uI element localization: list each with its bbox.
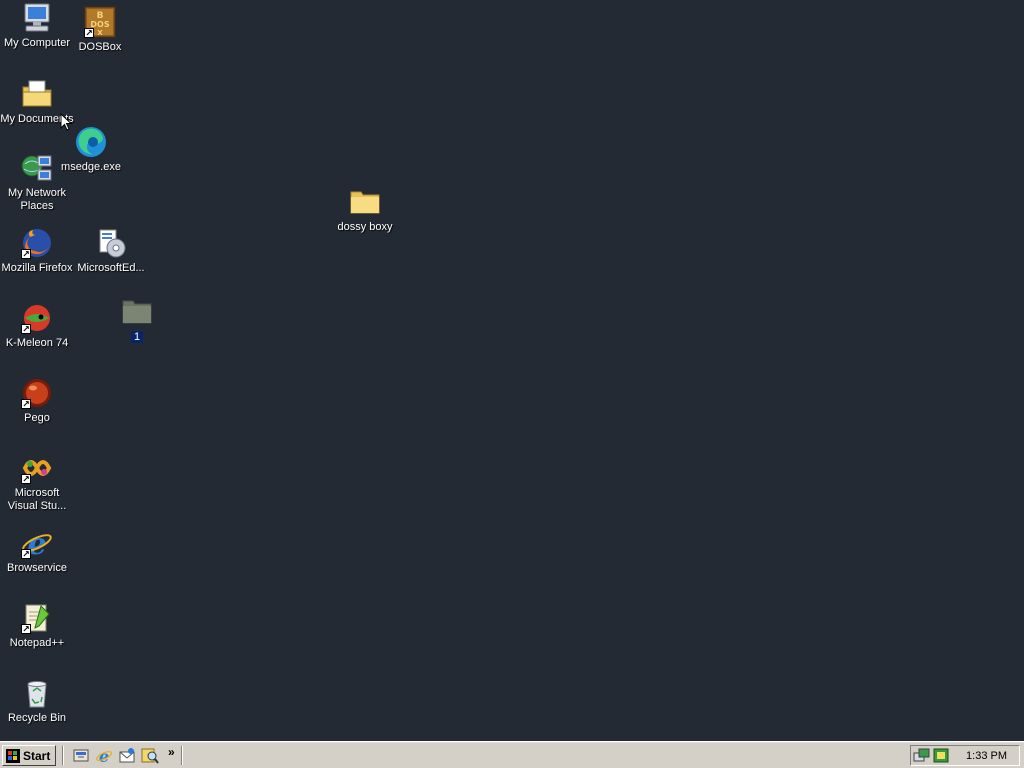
shortcut-arrow-icon: ↗ bbox=[21, 474, 31, 484]
taskbar-clock[interactable]: 1:33 PM bbox=[966, 750, 1007, 762]
recycle-bin-icon bbox=[21, 677, 53, 709]
dosbox-icon: B DOS X ↗ bbox=[84, 6, 116, 38]
desktop-icon-pego[interactable]: ↗ Pego bbox=[0, 377, 74, 425]
desktop-icon-label: Notepad++ bbox=[9, 637, 65, 649]
desktop-icon-visual-studio[interactable]: ↗ Microsoft Visual Stu... bbox=[0, 452, 74, 513]
taskbar: Start e » 1:33 PM bbox=[0, 741, 1024, 768]
shortcut-arrow-icon: ↗ bbox=[21, 399, 31, 409]
desktop-icon-label: MicrosoftEd... bbox=[77, 262, 145, 274]
desktop-icon-notepadpp[interactable]: ↗ Notepad++ bbox=[0, 602, 74, 650]
desktop-icon-folder-1[interactable]: 1 bbox=[100, 296, 174, 344]
shortcut-arrow-icon: ↗ bbox=[84, 28, 94, 38]
network-icon bbox=[21, 152, 53, 184]
desktop-icon-mozilla-firefox[interactable]: ↗ Mozilla Firefox bbox=[0, 227, 74, 275]
selected-label: 1 bbox=[130, 331, 144, 343]
quicklaunch-search[interactable] bbox=[141, 747, 159, 764]
svg-text:X: X bbox=[97, 29, 103, 37]
start-label: Start bbox=[23, 748, 51, 763]
desktop-icon-label: Mozilla Firefox bbox=[1, 262, 73, 274]
start-button[interactable]: Start bbox=[2, 745, 56, 766]
quicklaunch-more-button[interactable]: » bbox=[168, 745, 175, 759]
desktop-icon-label: Pego bbox=[24, 412, 50, 424]
shortcut-arrow-icon: ↗ bbox=[21, 324, 31, 334]
network-tray-icon[interactable] bbox=[913, 747, 931, 764]
svg-text:e: e bbox=[99, 747, 109, 764]
desktop-icon-label: K-Meleon 74 bbox=[5, 337, 69, 349]
desktop-icon-label: 1 bbox=[100, 331, 174, 344]
desktop: My Computer B DOS X ↗ DOSBox My Document… bbox=[0, 0, 1024, 741]
show-desktop-icon bbox=[73, 749, 89, 762]
desktop-icon-microsoft-edge-installer[interactable]: MicrosoftEd... bbox=[74, 227, 148, 275]
desktop-icon-browservice[interactable]: e ↗ Browservice bbox=[0, 527, 74, 575]
desktop-icon-my-network-places[interactable]: My Network Places bbox=[0, 152, 74, 213]
security-tray-icon[interactable] bbox=[932, 747, 950, 764]
mouse-cursor-icon bbox=[60, 113, 72, 131]
shortcut-arrow-icon: ↗ bbox=[21, 624, 31, 634]
desktop-icon-k-meleon[interactable]: ↗ K-Meleon 74 bbox=[0, 302, 74, 350]
desktop-icon-label: Browservice bbox=[7, 562, 67, 574]
search-icon bbox=[141, 748, 159, 764]
quicklaunch-outlook-express[interactable] bbox=[118, 747, 136, 764]
edge-icon bbox=[75, 126, 107, 158]
desktop-icon-dossy-boxy[interactable]: dossy boxy bbox=[328, 186, 402, 234]
ie-icon: e ↗ bbox=[21, 527, 53, 562]
desktop-icon-label: DOSBox bbox=[78, 41, 122, 53]
shortcut-arrow-icon: ↗ bbox=[21, 549, 31, 559]
notepadpp-icon: ↗ bbox=[21, 602, 53, 634]
computer-icon bbox=[21, 2, 53, 34]
firefox-icon: ↗ bbox=[21, 227, 53, 259]
taskbar-separator bbox=[181, 746, 183, 765]
system-tray: 1:33 PM bbox=[910, 745, 1020, 766]
folder-icon bbox=[121, 296, 153, 328]
taskbar-separator bbox=[62, 746, 64, 765]
visual-studio-icon: ↗ bbox=[21, 452, 53, 484]
quicklaunch-show-desktop[interactable] bbox=[72, 747, 90, 764]
folder-icon bbox=[349, 186, 381, 218]
outlook-express-icon bbox=[119, 748, 135, 763]
documents-folder-icon bbox=[21, 78, 53, 110]
desktop-icon-label: My Network Places bbox=[7, 187, 67, 212]
windows-logo-icon bbox=[6, 748, 20, 763]
installer-icon bbox=[95, 227, 127, 259]
ie-icon: e bbox=[96, 747, 112, 766]
pego-icon: ↗ bbox=[21, 377, 53, 409]
desktop-icon-dosbox[interactable]: B DOS X ↗ DOSBox bbox=[63, 6, 137, 54]
desktop-icon-recycle-bin[interactable]: Recycle Bin bbox=[0, 677, 74, 725]
quicklaunch-internet-explorer[interactable]: e bbox=[95, 747, 113, 766]
desktop-icon-label: Microsoft Visual Stu... bbox=[7, 487, 67, 512]
kmeleon-icon: ↗ bbox=[21, 302, 53, 334]
desktop-icon-label: Recycle Bin bbox=[7, 712, 67, 724]
desktop-icon-label: dossy boxy bbox=[337, 221, 393, 233]
shortcut-arrow-icon: ↗ bbox=[21, 249, 31, 259]
